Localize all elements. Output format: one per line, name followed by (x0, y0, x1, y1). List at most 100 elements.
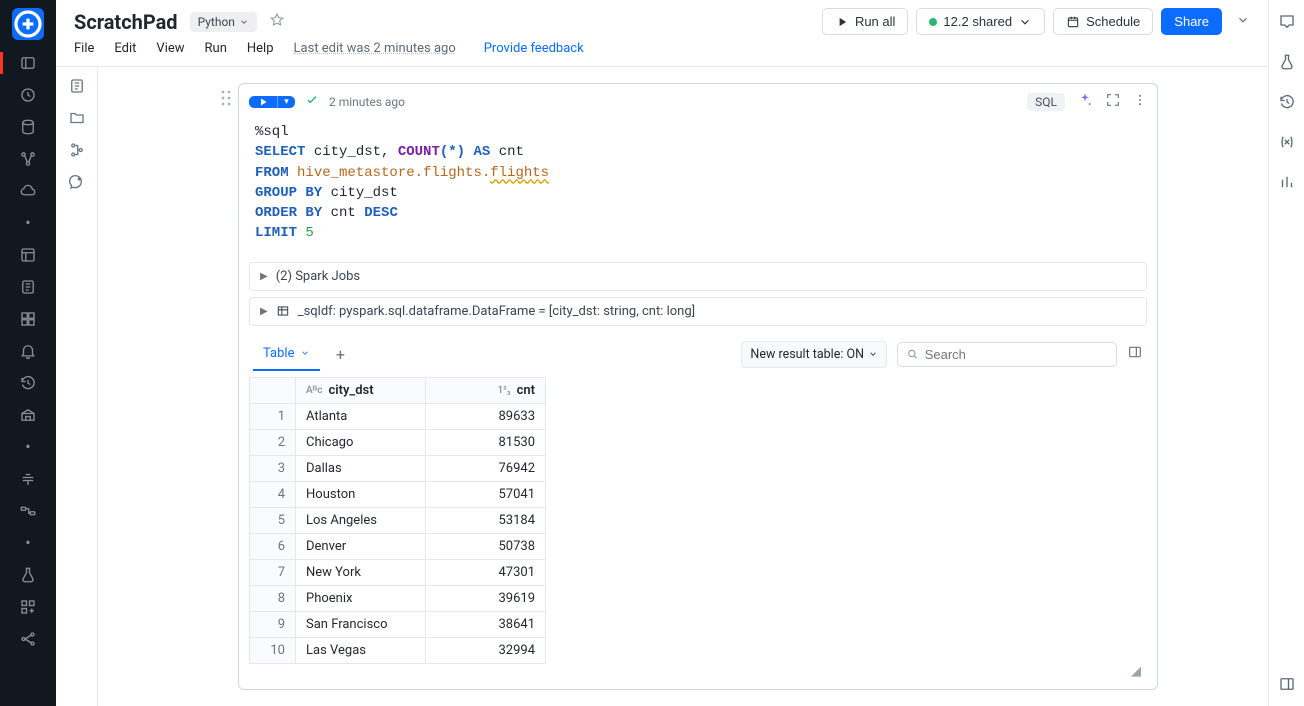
language-selector[interactable]: Python (190, 12, 257, 32)
nav-more-dot-2[interactable]: • (0, 432, 56, 462)
notebook-title[interactable]: ScratchPad (74, 10, 178, 34)
collapse-right-panel-icon[interactable] (1269, 670, 1304, 698)
table-row[interactable]: 7New York47301 (250, 559, 546, 585)
nav-features-icon[interactable] (0, 592, 56, 622)
nav-recents-icon[interactable] (0, 80, 56, 110)
cell-city: Atlanta (296, 403, 426, 429)
resize-corner-icon[interactable]: ◢ (249, 664, 1147, 679)
ai-assist-icon[interactable] (1077, 92, 1093, 112)
menu-file[interactable]: File (74, 41, 94, 56)
new-button[interactable] (12, 8, 44, 40)
cell-city: Dallas (296, 455, 426, 481)
result-tab-table[interactable]: Table (253, 338, 320, 371)
result-toggle-label: New result table: ON (750, 347, 864, 362)
schedule-label: Schedule (1086, 14, 1140, 29)
menu-run[interactable]: Run (205, 41, 227, 56)
result-table: Aᴮccity_dst 1²₃cnt 1Atlanta896332Chicago… (249, 377, 546, 664)
cell-city: San Francisco (296, 611, 426, 637)
code-editor[interactable]: %sql SELECT city_dst, COUNT(*) AS cnt FR… (239, 118, 1157, 262)
nav-ingest-icon[interactable] (0, 464, 56, 494)
nav-workflows-icon[interactable] (0, 144, 56, 174)
result-search-input[interactable] (925, 347, 1108, 362)
run-cell-button[interactable]: ▾ (249, 96, 295, 108)
left-nav-rail: • • • (0, 0, 56, 706)
menu-edit[interactable]: Edit (114, 41, 136, 56)
variables-icon[interactable] (1269, 128, 1304, 156)
environment-icon[interactable] (1269, 168, 1304, 196)
nav-sql-icon[interactable] (0, 240, 56, 270)
nav-compute-icon[interactable] (0, 176, 56, 206)
folder-icon[interactable] (56, 109, 98, 127)
share-button[interactable]: Share (1161, 8, 1222, 35)
row-number-header[interactable] (250, 377, 296, 403)
table-row[interactable]: 5Los Angeles53184 (250, 507, 546, 533)
menu-view[interactable]: View (156, 41, 184, 56)
nav-experiments-icon[interactable] (0, 560, 56, 590)
table-row[interactable]: 10Las Vegas32994 (250, 637, 546, 663)
schema-browser-icon[interactable] (56, 141, 98, 159)
cell-cnt: 53184 (426, 507, 546, 533)
row-number: 10 (250, 637, 296, 663)
cell-city: Los Angeles (296, 507, 426, 533)
add-result-tab[interactable]: + (326, 345, 354, 364)
cell-cnt: 47301 (426, 559, 546, 585)
assistant-icon[interactable] (56, 173, 98, 191)
column-header-city[interactable]: Aᴮccity_dst (296, 377, 426, 403)
row-number: 7 (250, 559, 296, 585)
expand-triangle-icon: ▶ (260, 306, 268, 317)
table-row[interactable]: 2Chicago81530 (250, 429, 546, 455)
feedback-link[interactable]: Provide feedback (484, 41, 584, 56)
nav-query-icon[interactable] (0, 272, 56, 302)
nav-warehouses-icon[interactable] (0, 400, 56, 430)
run-dropdown-icon[interactable]: ▾ (277, 96, 295, 108)
nav-dashboard-icon[interactable] (0, 304, 56, 334)
notebook-side-panel (56, 67, 98, 706)
cluster-selector[interactable]: 12.2 shared (916, 8, 1045, 35)
spark-jobs-row[interactable]: ▶ (2) Spark Jobs (249, 262, 1147, 291)
run-all-button[interactable]: Run all (822, 8, 908, 35)
nav-pipelines-icon[interactable] (0, 496, 56, 526)
nav-history-icon[interactable] (0, 368, 56, 398)
table-row[interactable]: 3Dallas76942 (250, 455, 546, 481)
table-row[interactable]: 8Phoenix39619 (250, 585, 546, 611)
nav-more-dot-3[interactable]: • (0, 528, 56, 558)
table-row[interactable]: 6Denver50738 (250, 533, 546, 559)
cell-city: Houston (296, 481, 426, 507)
nav-more-dot-1[interactable]: • (0, 208, 56, 238)
cell-run-age: 2 minutes ago (329, 95, 405, 109)
nav-models-icon[interactable] (0, 624, 56, 654)
row-number: 5 (250, 507, 296, 533)
toc-icon[interactable] (56, 77, 98, 95)
cell-cnt: 32994 (426, 637, 546, 663)
last-edit-info[interactable]: Last edit was 2 minutes ago (294, 41, 456, 56)
favorite-star-icon[interactable] (269, 12, 285, 32)
cell-kebab-icon[interactable] (1133, 93, 1147, 111)
cell-cnt: 50738 (426, 533, 546, 559)
nav-data-icon[interactable] (0, 112, 56, 142)
overflow-menu-icon[interactable] (1230, 9, 1256, 34)
cell-city: Chicago (296, 429, 426, 455)
mlflow-icon[interactable] (1269, 48, 1304, 76)
table-row[interactable]: 9San Francisco38641 (250, 611, 546, 637)
table-row[interactable]: 4Houston57041 (250, 481, 546, 507)
result-table-toggle[interactable]: New result table: ON (741, 341, 887, 368)
cell-drag-handle[interactable] (220, 83, 232, 111)
share-label: Share (1174, 14, 1209, 29)
result-search[interactable] (897, 342, 1117, 367)
row-number: 9 (250, 611, 296, 637)
dataframe-schema-row[interactable]: ▶ _sqldf: pyspark.sql.dataframe.DataFram… (249, 297, 1147, 326)
table-row[interactable]: 1Atlanta89633 (250, 403, 546, 429)
panel-layout-icon[interactable] (1127, 344, 1143, 364)
cell-cnt: 57041 (426, 481, 546, 507)
cell-cnt: 81530 (426, 429, 546, 455)
nav-alerts-icon[interactable] (0, 336, 56, 366)
comments-icon[interactable] (1269, 8, 1304, 36)
revision-history-icon[interactable] (1269, 88, 1304, 116)
column-header-cnt[interactable]: 1²₃cnt (426, 377, 546, 403)
menu-help[interactable]: Help (247, 41, 274, 56)
nav-workspace-icon[interactable] (0, 48, 56, 78)
dataframe-schema-text: _sqldf: pyspark.sql.dataframe.DataFrame … (298, 304, 695, 319)
expand-cell-icon[interactable] (1105, 92, 1121, 112)
schedule-button[interactable]: Schedule (1053, 8, 1153, 35)
cell-language-badge[interactable]: SQL (1027, 93, 1065, 111)
